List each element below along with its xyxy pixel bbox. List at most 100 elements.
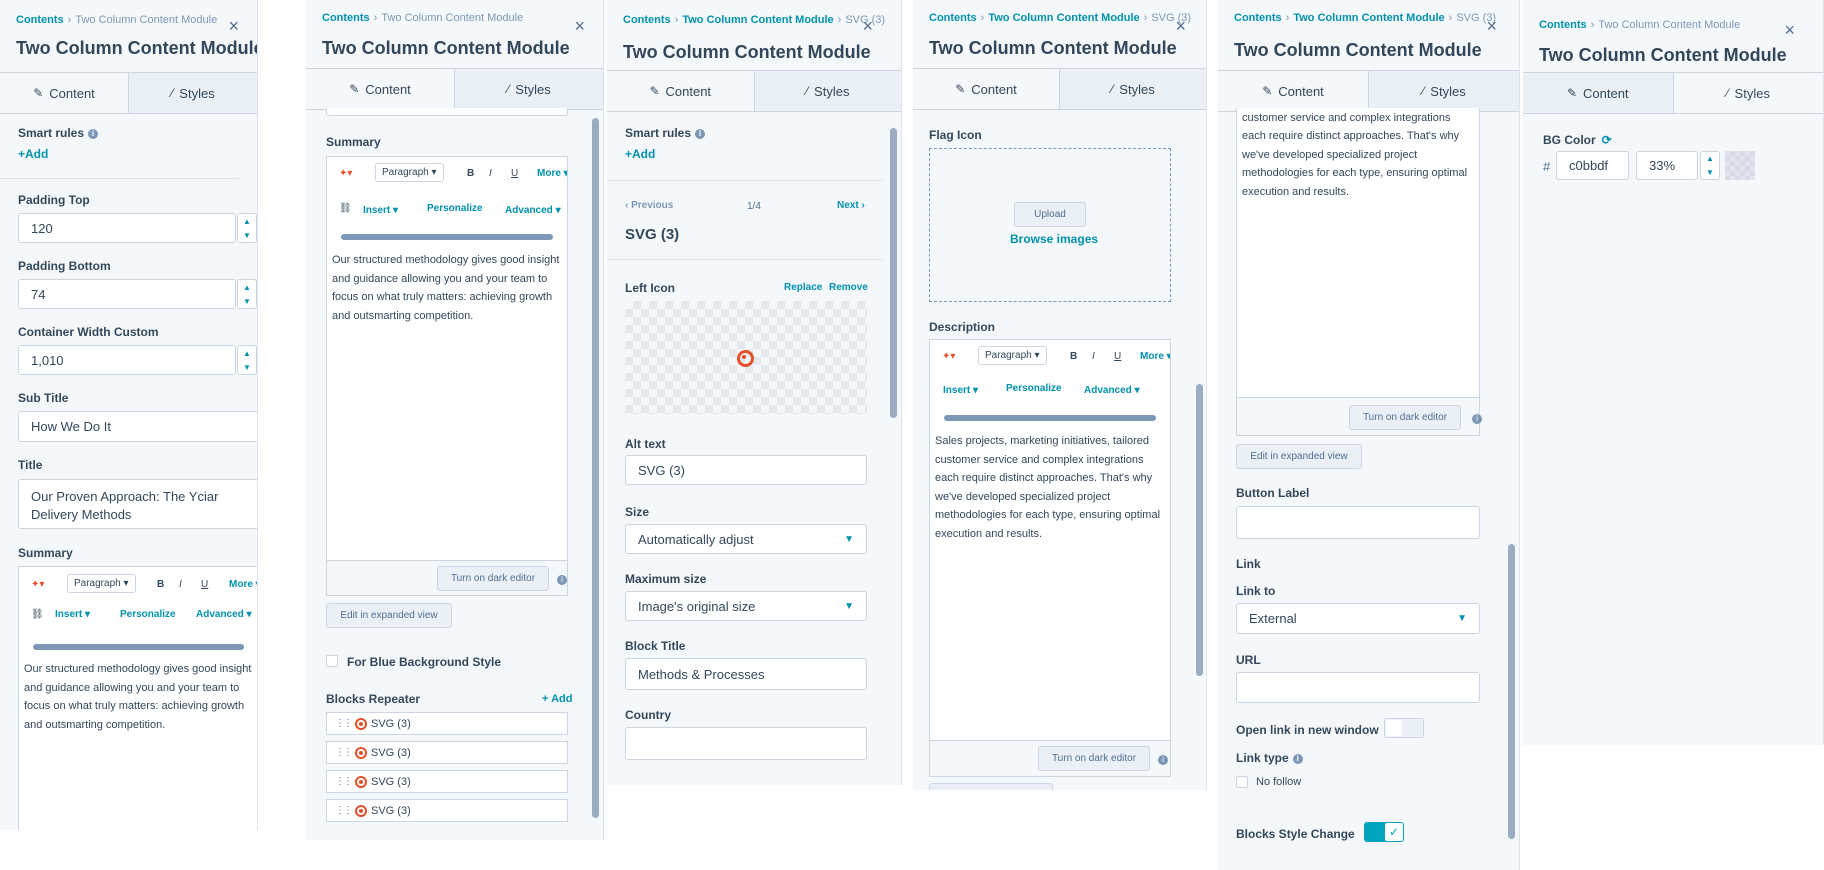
add-block-link[interactable]: + Add [542, 693, 572, 705]
sparkle-icon[interactable]: ✦▾ [942, 351, 955, 362]
underline-button[interactable]: U [1114, 351, 1121, 362]
more-menu[interactable]: More ▾ [229, 579, 257, 590]
add-smart-rule-link[interactable]: +Add [625, 147, 655, 161]
dark-editor-button[interactable]: Turn on dark editor [1038, 746, 1150, 771]
expanded-view-button[interactable] [929, 783, 1053, 790]
advanced-menu[interactable]: Advanced ▾ [505, 205, 561, 216]
url-input[interactable] [1236, 672, 1480, 703]
more-menu[interactable]: More ▾ [1140, 351, 1170, 362]
dark-editor-button[interactable]: Turn on dark editor [1349, 405, 1461, 430]
blue-bg-checkbox[interactable] [326, 655, 338, 667]
vertical-scrollbar[interactable] [592, 118, 599, 818]
max-size-select[interactable]: Image's original size ▼ [625, 591, 867, 621]
breadcrumb-module[interactable]: Two Column Content Module [988, 12, 1139, 24]
breadcrumb-contents[interactable]: Contents [16, 14, 64, 26]
description-text[interactable]: Sales projects, marketing initiatives, t… [935, 432, 1164, 543]
info-icon[interactable]: i [1292, 753, 1303, 764]
sparkle-icon[interactable]: ✦▾ [31, 579, 44, 590]
breadcrumb-contents[interactable]: Contents [322, 12, 370, 24]
underline-button[interactable]: U [511, 168, 518, 179]
paragraph-select[interactable]: Paragraph ▾ [67, 574, 136, 593]
image-dropzone[interactable]: Upload Browse images [929, 148, 1171, 302]
breadcrumb-contents[interactable]: Contents [623, 14, 671, 26]
horizontal-scrollbar[interactable] [944, 415, 1156, 421]
advanced-menu[interactable]: Advanced ▾ [1084, 385, 1140, 396]
breadcrumb-module[interactable]: Two Column Content Module [682, 14, 833, 26]
container-width-stepper[interactable]: ▲ ▼ [237, 345, 257, 375]
tab-styles[interactable]: ⁄ Styles [454, 69, 603, 109]
summary-text[interactable]: Our structured methodology gives good in… [24, 660, 252, 734]
drag-handle-icon[interactable]: ⋮⋮ [335, 776, 353, 787]
size-select[interactable]: Automatically adjust ▼ [625, 524, 867, 554]
tab-styles[interactable]: ⁄ Styles [753, 71, 901, 111]
breadcrumb-module[interactable]: Two Column Content Module [1293, 12, 1444, 24]
link-icon[interactable]: ⛓ [31, 609, 44, 620]
paragraph-select[interactable]: Paragraph ▾ [978, 346, 1047, 365]
tab-content[interactable]: ✎ Content [306, 69, 454, 109]
no-follow-checkbox[interactable] [1236, 776, 1248, 788]
upload-button[interactable]: Upload [1014, 202, 1086, 227]
drag-handle-icon[interactable]: ⋮⋮ [335, 747, 353, 758]
bold-button[interactable]: B [1070, 351, 1077, 362]
previous-button[interactable]: ‹ Previous [625, 200, 673, 211]
breadcrumb-contents[interactable]: Contents [1234, 12, 1282, 24]
vertical-scrollbar[interactable] [1508, 544, 1515, 839]
button-label-input[interactable] [1236, 506, 1480, 539]
personalize-button[interactable]: Personalize [1006, 383, 1062, 394]
remove-link[interactable]: Remove [829, 282, 868, 293]
more-menu[interactable]: More ▾ [537, 168, 567, 179]
tab-content[interactable]: ✎ Content [913, 69, 1059, 109]
repeater-item[interactable]: ⋮⋮ SVG (3) [326, 799, 568, 822]
color-swatch[interactable] [1725, 151, 1755, 180]
replace-link[interactable]: Replace [784, 282, 822, 293]
alt-text-input[interactable]: SVG (3) [625, 455, 867, 485]
browse-images-link[interactable]: Browse images [1010, 232, 1098, 246]
tab-content[interactable]: ✎ Content [1523, 73, 1673, 113]
expanded-view-button[interactable]: Edit in expanded view [1236, 444, 1362, 469]
next-button[interactable]: Next › [837, 200, 865, 211]
tab-styles[interactable]: ⁄ Styles [1672, 73, 1823, 113]
block-title-input[interactable]: Methods & Processes [625, 658, 867, 690]
padding-top-stepper[interactable]: ▲ ▼ [237, 213, 257, 243]
close-icon[interactable]: × [574, 16, 585, 37]
bg-color-hex-input[interactable]: c0bbdf [1556, 151, 1629, 180]
blocks-style-change-toggle[interactable]: ✓ [1364, 822, 1404, 842]
bold-button[interactable]: B [157, 579, 164, 590]
vertical-scrollbar[interactable] [1196, 384, 1203, 676]
padding-bottom-stepper[interactable]: ▲ ▼ [237, 279, 257, 309]
tab-styles[interactable]: ⁄ Styles [1368, 71, 1519, 111]
opacity-stepper[interactable]: ▲ ▼ [1700, 151, 1720, 180]
description-text[interactable]: Sales projects, marketing initiatives, t… [1242, 108, 1473, 201]
horizontal-scrollbar[interactable] [341, 234, 553, 240]
personalize-button[interactable]: Personalize [427, 203, 483, 214]
padding-top-input[interactable]: 120 [18, 213, 236, 243]
padding-bottom-input[interactable]: 74 [18, 279, 236, 309]
insert-menu[interactable]: Insert ▾ [943, 385, 978, 396]
sub-title-input[interactable]: How We Do It [18, 411, 257, 442]
summary-text[interactable]: Our structured methodology gives good in… [332, 251, 561, 325]
tab-content[interactable]: ✎ Content [0, 73, 128, 113]
reset-icon[interactable]: ⟳ [1602, 133, 1612, 147]
paragraph-select[interactable]: Paragraph ▾ [375, 163, 444, 182]
close-icon[interactable]: × [1486, 16, 1497, 37]
underline-button[interactable]: U [201, 579, 208, 590]
repeater-item[interactable]: ⋮⋮ SVG (3) [326, 712, 568, 735]
info-icon[interactable]: i [1154, 751, 1168, 769]
italic-button[interactable]: I [489, 168, 492, 179]
tab-content[interactable]: ✎ Content [1218, 71, 1368, 111]
insert-menu[interactable]: Insert ▾ [55, 609, 90, 620]
horizontal-scrollbar[interactable] [33, 644, 244, 650]
info-icon[interactable]: i [695, 128, 706, 139]
close-icon[interactable]: × [862, 16, 873, 37]
personalize-button[interactable]: Personalize [120, 609, 176, 620]
open-new-window-toggle[interactable] [1384, 718, 1424, 738]
link-icon[interactable]: ⛓ [339, 203, 352, 214]
close-icon[interactable]: × [1175, 16, 1186, 37]
bold-button[interactable]: B [467, 168, 474, 179]
tab-styles[interactable]: ⁄ Styles [128, 73, 257, 113]
close-icon[interactable]: × [1784, 20, 1795, 41]
italic-button[interactable]: I [179, 579, 182, 590]
expanded-view-button[interactable]: Edit in expanded view [326, 603, 452, 628]
breadcrumb-contents[interactable]: Contents [929, 12, 977, 24]
info-icon[interactable]: i [1468, 410, 1482, 428]
